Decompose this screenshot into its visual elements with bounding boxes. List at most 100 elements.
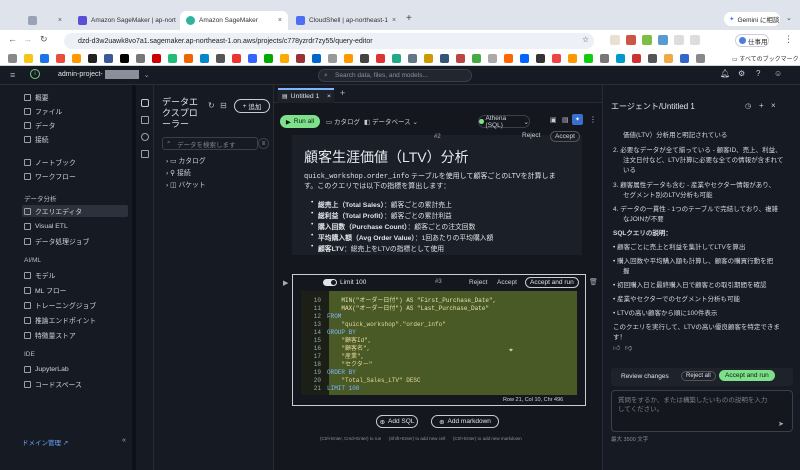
gemini-button[interactable]: ✦ Gemini に相談 [724, 12, 780, 26]
accept-and-run-button[interactable]: Accept and run [525, 277, 579, 288]
close-icon[interactable]: × [327, 93, 331, 100]
sql-cell[interactable]: ▶ Limit 100 #3 Reject Accept Accept and … [283, 274, 586, 406]
sidebar-item-jupyterlab[interactable]: JupyterLab [22, 363, 128, 375]
sidebar-item-codespace[interactable]: コードスペース [22, 378, 128, 390]
saved-queries-icon[interactable] [141, 150, 149, 158]
export-icon[interactable]: ▤ [562, 116, 569, 124]
code-area[interactable]: 10 MIN("オーダー日付") AS "First_Purchase_Date… [301, 291, 577, 395]
tab-untitled-1[interactable]: ▤ Untitled 1 × [278, 88, 334, 103]
review-changes-button[interactable]: Review changes [621, 373, 669, 380]
window-chevron-icon[interactable]: ⌄ [786, 14, 792, 22]
menu-icon[interactable]: ≡ [10, 70, 15, 80]
help-icon[interactable]: ? [756, 69, 760, 78]
sidebar-item-endpoints[interactable]: 推論エンドポイント [22, 314, 128, 326]
extension-icon[interactable] [626, 35, 636, 45]
bookmark-icon[interactable] [632, 54, 641, 63]
bookmark-icon[interactable] [328, 54, 337, 63]
bookmark-icon[interactable] [88, 54, 97, 63]
bookmark-icon[interactable] [616, 54, 625, 63]
puzzle-icon[interactable] [674, 35, 684, 45]
thumbs-up-icon[interactable]: 👍︎ [613, 343, 620, 352]
bookmark-icon[interactable] [280, 54, 289, 63]
filter-icon[interactable]: ≡ [258, 138, 269, 149]
bookmark-icon[interactable] [264, 54, 273, 63]
close-icon[interactable]: × [771, 101, 776, 110]
send-icon[interactable]: ➤ [778, 420, 784, 428]
bookmark-icon[interactable] [456, 54, 465, 63]
add-button[interactable]: + 追加 [234, 99, 270, 113]
bookmark-icon[interactable] [584, 54, 593, 63]
url-field[interactable]: dzd-d3w2uawk8vo7a1.sagemaker.ap-northeas… [64, 33, 594, 49]
bookmark-icon[interactable] [120, 54, 129, 63]
more-icon[interactable]: ⋮ [589, 115, 597, 124]
sidebar-item-workflow[interactable]: ワークフロー [22, 170, 128, 182]
sidebar-item-data[interactable]: データ [22, 119, 128, 131]
bookmark-icon[interactable] [40, 54, 49, 63]
bookmark-icon[interactable] [24, 54, 33, 63]
new-tab-icon[interactable]: + [406, 13, 412, 24]
sidebar-item-feature-store[interactable]: 特徴量ストア [22, 329, 128, 341]
bookmark-icon[interactable] [72, 54, 81, 63]
domain-admin-link[interactable]: ドメイン管理 ↗ [22, 437, 68, 447]
browser-tab-active[interactable]: Amazon SageMaker × [180, 11, 288, 30]
bookmark-star-icon[interactable]: ☆ [582, 35, 589, 44]
tree-item-buckets[interactable]: › ◫ バケット [166, 179, 206, 189]
bookmark-icon[interactable] [344, 54, 353, 63]
bookmark-icon[interactable] [680, 54, 689, 63]
sidebar-item-models[interactable]: モデル [22, 269, 128, 281]
history-icon[interactable]: ◷ [745, 102, 751, 110]
bookmark-icon[interactable] [200, 54, 209, 63]
sidebar-item-mlflow[interactable]: ML フロー [22, 284, 128, 296]
add-markdown-button[interactable]: ⊕ Add markdown [431, 415, 499, 428]
settings-icon[interactable]: ⚙︎ [738, 69, 745, 78]
bookmark-icon[interactable] [520, 54, 529, 63]
browser-tab[interactable]: Amazon SageMaker | ap-nort × [72, 11, 178, 30]
tree-item-connections[interactable]: › ⚲ 接続 [166, 167, 191, 177]
catalog-selector[interactable]: ▭ カタログ [326, 116, 360, 126]
bookmark-icon[interactable] [696, 54, 705, 63]
bookmark-icon[interactable] [136, 54, 145, 63]
bookmark-icon[interactable] [248, 54, 257, 63]
database-selector[interactable]: ◧ データベース ⌄ [364, 116, 418, 126]
bookmark-icon[interactable] [376, 54, 385, 63]
bookmark-icon[interactable] [440, 54, 449, 63]
new-chat-icon[interactable]: + [759, 101, 764, 110]
menu-kebab-icon[interactable]: ⋮ [784, 34, 793, 45]
close-icon[interactable]: × [58, 17, 62, 24]
all-bookmarks-link[interactable]: ▭ すべてのブックマーク [732, 54, 799, 63]
profile-chip[interactable]: 仕事用 [735, 34, 769, 47]
bookmark-icon[interactable] [568, 54, 577, 63]
info-icon[interactable]: i [30, 69, 40, 79]
bookmark-icon[interactable] [552, 54, 561, 63]
delete-cell-icon[interactable]: 🗑︎ [589, 278, 598, 286]
bookmark-icon[interactable] [152, 54, 161, 63]
bookmark-icon[interactable] [424, 54, 433, 63]
back-icon[interactable]: ← [8, 34, 17, 44]
bookmark-icon[interactable] [360, 54, 369, 63]
accept-and-run-button[interactable]: Accept and run [719, 370, 775, 381]
reject-button[interactable]: Reject [522, 132, 540, 139]
collapse-sidebar-icon[interactable]: « [122, 437, 126, 444]
history-icon[interactable] [141, 133, 149, 141]
bookmark-icon[interactable] [296, 54, 305, 63]
sidebar-item-visual-etl[interactable]: Visual ETL [22, 220, 128, 232]
database-icon[interactable] [141, 99, 149, 107]
bookmark-icon[interactable] [104, 54, 113, 63]
reload-icon[interactable]: ↻ [40, 34, 48, 45]
extension-icon[interactable] [658, 35, 668, 45]
collapse-all-icon[interactable]: ⊟ [220, 101, 227, 110]
bookmark-icon[interactable] [408, 54, 417, 63]
sidebar-item-training-jobs[interactable]: トレーニングジョブ [22, 299, 128, 311]
bookmark-icon[interactable] [488, 54, 497, 63]
sidebar-item-overview[interactable]: 概要 [22, 91, 128, 103]
download-icon[interactable] [690, 35, 700, 45]
reject-all-button[interactable]: Reject all [681, 371, 716, 381]
sidebar-item-processing-jobs[interactable]: データ処理ジョブ [22, 235, 128, 247]
bookmark-icon[interactable] [232, 54, 241, 63]
agent-input[interactable]: 質問をするか、または構築したいものの説明を入力してください。 ➤ [611, 390, 793, 432]
run-cell-icon[interactable]: ▶ [283, 279, 288, 287]
bookmark-icon[interactable] [56, 54, 65, 63]
thumbs-down-icon[interactable]: 👎︎ [625, 343, 632, 352]
bookmark-icon[interactable] [216, 54, 225, 63]
bookmark-icon[interactable] [536, 54, 545, 63]
